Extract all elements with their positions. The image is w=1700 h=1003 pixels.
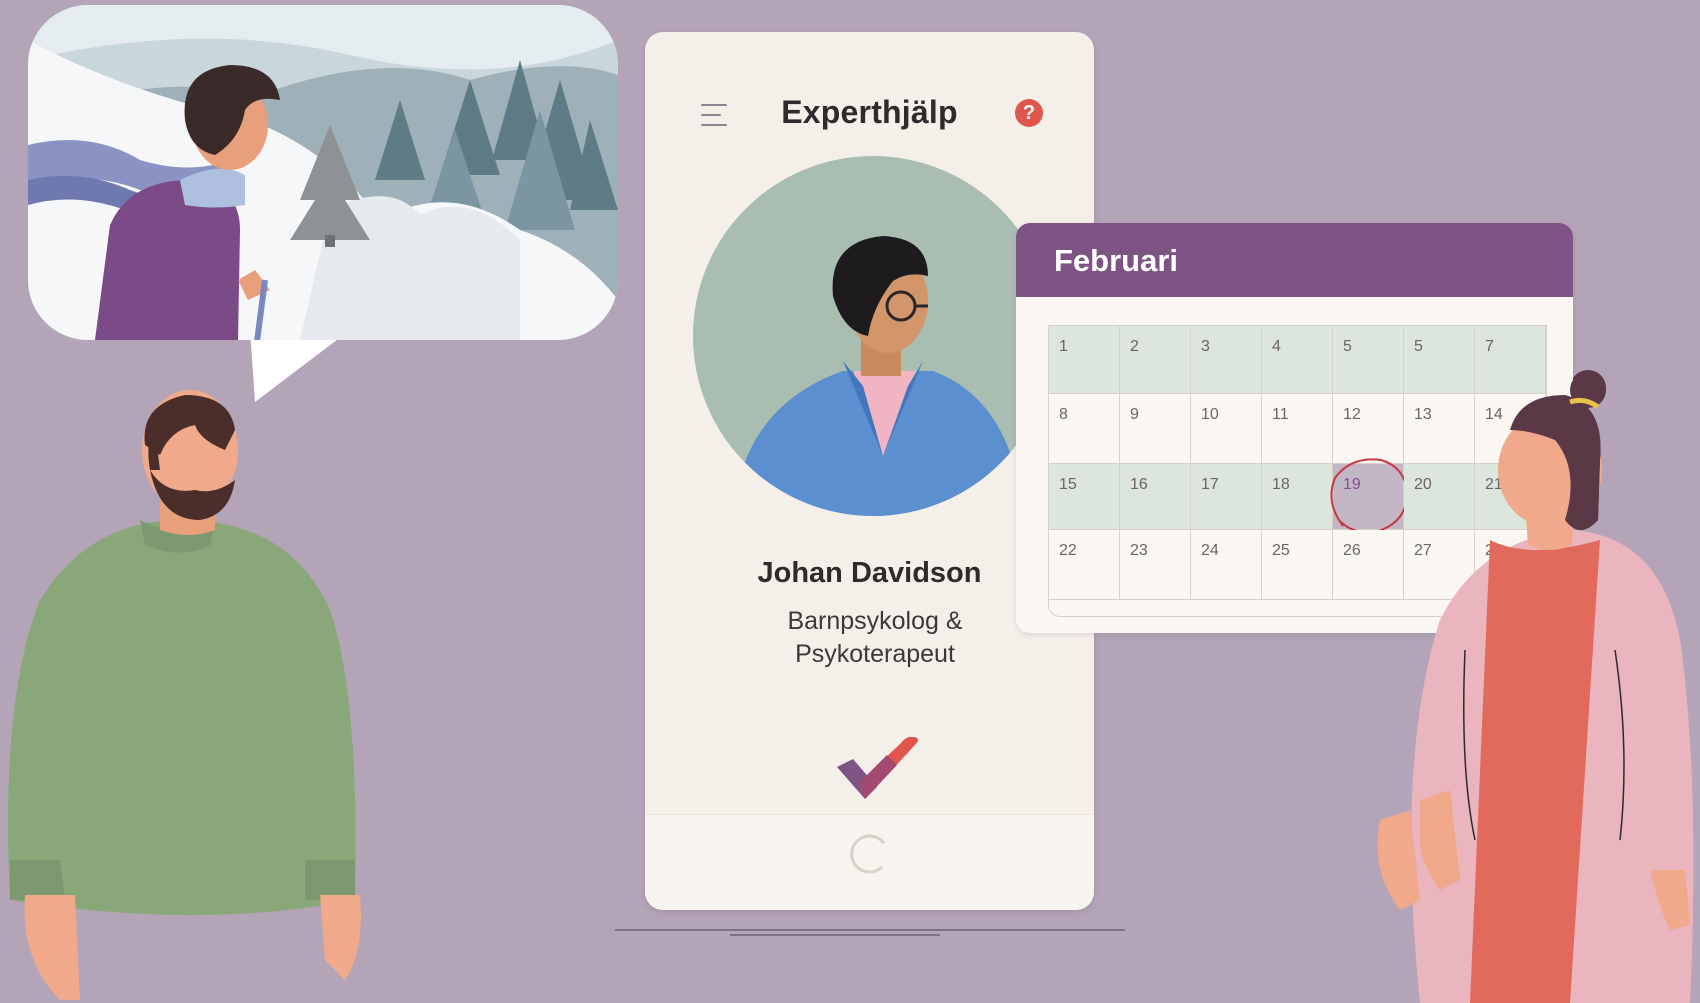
- calendar-day-label: 10: [1201, 406, 1219, 423]
- calendar-day-cell[interactable]: 10: [1191, 394, 1262, 464]
- expert-avatar: [693, 156, 1053, 516]
- floor-line: [615, 929, 1125, 936]
- expert-role: Barnpsykolog & Psykoterapeut: [735, 605, 1015, 671]
- calendar-day-label: 9: [1130, 406, 1139, 423]
- woman-foreground: [1420, 372, 1694, 1003]
- calendar-day-cell[interactable]: 1: [1049, 326, 1120, 394]
- calendar-day-cell[interactable]: 26: [1333, 530, 1404, 600]
- calendar-day-label: 24: [1201, 542, 1219, 559]
- calendar-day-label: 5: [1343, 338, 1352, 355]
- thought-bubble: [28, 5, 618, 402]
- expert-role-line-2: Psykoterapeut: [795, 640, 955, 668]
- calendar-day-label: 17: [1201, 476, 1219, 493]
- home-button-icon[interactable]: [843, 828, 895, 880]
- expert-role-line-1: Barnpsykolog &: [787, 607, 963, 635]
- calendar-day-cell[interactable]: 23: [1120, 530, 1191, 600]
- man-illustration: [8, 390, 361, 1000]
- calendar-header: Februari: [1016, 223, 1573, 297]
- calendar-day-label: 22: [1059, 542, 1077, 559]
- calendar-day-label: 16: [1130, 476, 1148, 493]
- selected-day-ring: [1330, 458, 1409, 534]
- calendar-day-label: 25: [1272, 542, 1290, 559]
- calendar-day-label: 1: [1059, 338, 1068, 355]
- calendar-day-cell[interactable]: 15: [1049, 464, 1120, 530]
- calendar-day-label: 23: [1130, 542, 1148, 559]
- calendar-day-label: 7: [1485, 338, 1494, 355]
- calendar-day-label: 11: [1272, 406, 1289, 423]
- calendar-day-cell[interactable]: 2: [1120, 326, 1191, 394]
- calendar-day-label: 3: [1201, 338, 1210, 355]
- calendar-day-cell[interactable]: 25: [1262, 530, 1333, 600]
- calendar-day-cell[interactable]: 3: [1191, 326, 1262, 394]
- calendar-day-label: 8: [1059, 406, 1068, 423]
- checkmark-logo-icon: [837, 737, 918, 799]
- calendar-day-cell[interactable]: 17: [1191, 464, 1262, 530]
- calendar-day-label: 26: [1343, 542, 1361, 559]
- calendar-day-cell[interactable]: 5: [1333, 326, 1404, 394]
- calendar-day-label: 5: [1414, 338, 1423, 355]
- calendar-day-cell[interactable]: 22: [1049, 530, 1120, 600]
- calendar-day-cell[interactable]: 9: [1120, 394, 1191, 464]
- calendar-day-label: 18: [1272, 476, 1290, 493]
- calendar-day-label: 4: [1272, 338, 1281, 355]
- calendar-day-label: 2: [1130, 338, 1139, 355]
- calendar-day-cell[interactable]: 24: [1191, 530, 1262, 600]
- calendar-day-cell[interactable]: 8: [1049, 394, 1120, 464]
- calendar-day-cell[interactable]: 16: [1120, 464, 1191, 530]
- calendar-day-cell[interactable]: 4: [1262, 326, 1333, 394]
- calendar-day-label: 15: [1059, 476, 1077, 493]
- calendar-day-label: 12: [1343, 406, 1361, 423]
- calendar-month: Februari: [1054, 243, 1179, 278]
- help-question-icon[interactable]: ?: [1015, 99, 1043, 127]
